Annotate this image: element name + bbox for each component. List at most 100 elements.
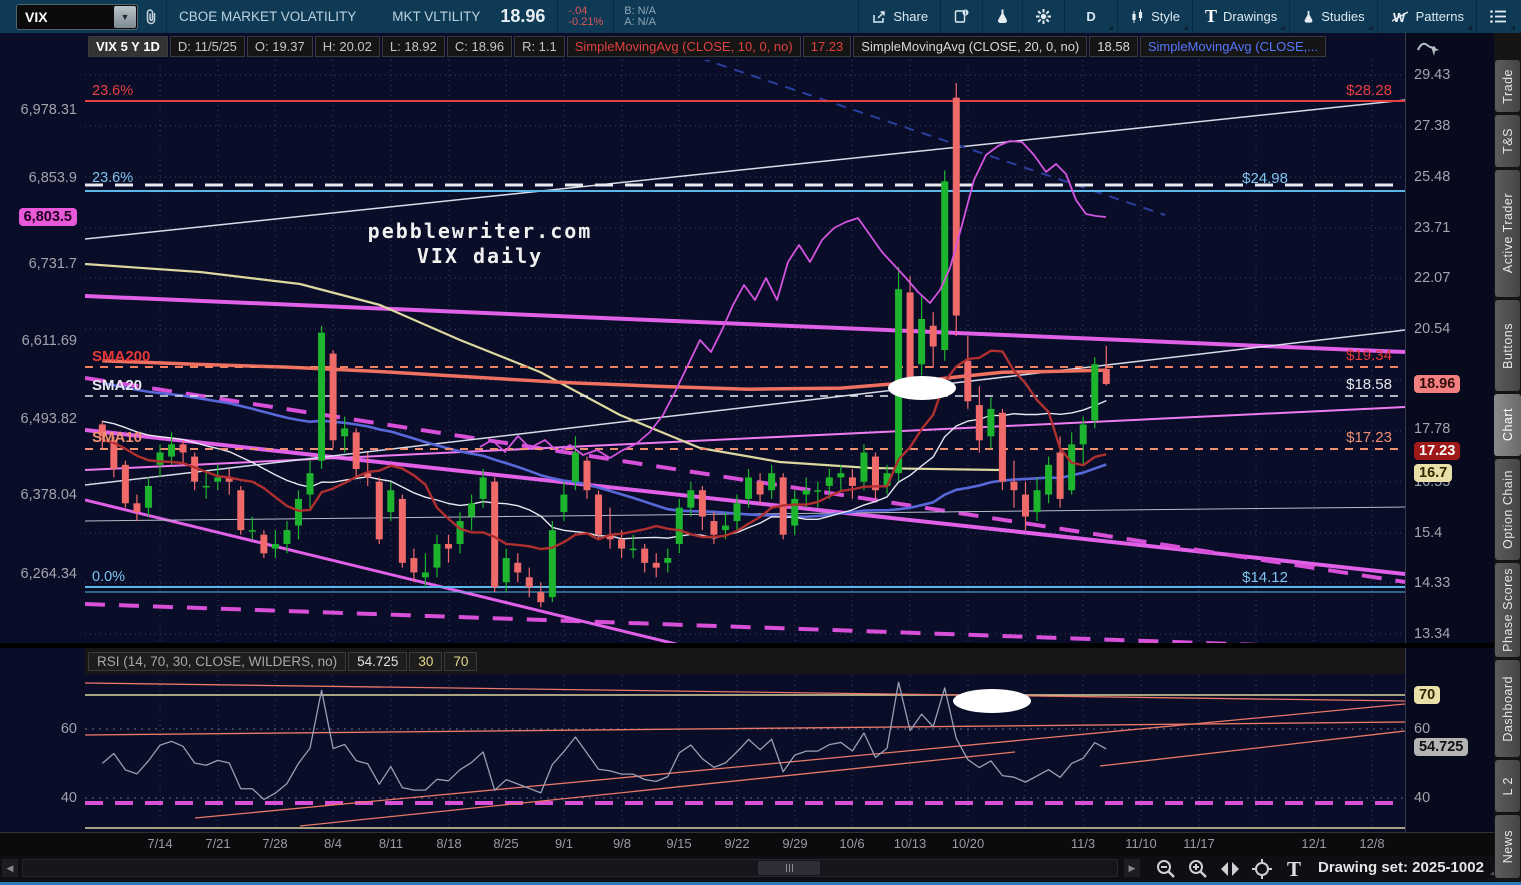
sidebar-tab-dashboard[interactable]: Dashboard <box>1495 660 1520 757</box>
candle-30 <box>445 543 452 549</box>
patterns-button[interactable]: W Patterns <box>1380 0 1474 33</box>
axis-label-27.38: 27.38 <box>1414 118 1451 134</box>
axis-label-15.4: 15.4 <box>1414 525 1443 541</box>
chart-annotation: $28.28 <box>1346 82 1392 99</box>
candle-76 <box>975 405 983 441</box>
study-label-0: SimpleMovingAvg (CLOSE, 10, 0, no) <box>566 36 801 57</box>
candle-63 <box>825 477 833 486</box>
crosshair-button[interactable] <box>1248 857 1276 881</box>
rsi-value: 54.725 <box>348 651 408 671</box>
axis-label-6,264.34: 6,264.34 <box>20 566 77 582</box>
drawing-set-selector[interactable]: Drawing set: 2025-1002 <box>1318 859 1496 876</box>
timeframe-button[interactable]: D <box>1067 0 1115 33</box>
candle-86 <box>1091 364 1099 421</box>
right-price-axis[interactable]: 29.43 27.38 25.48 23.71 22.07 20.54 17.78 16.55… <box>1405 33 1495 832</box>
sidebar-tab-news[interactable]: News <box>1495 815 1520 878</box>
sidebar-tab-l-2[interactable]: L 2 <box>1495 760 1520 812</box>
sidebar-tab-trade[interactable]: Trade <box>1495 60 1520 112</box>
date-tick-11/10: 11/10 <box>1125 836 1157 851</box>
share-button[interactable]: Share <box>861 0 938 33</box>
chart-scrollbar[interactable] <box>22 859 1118 877</box>
date-tick-9/15: 9/15 <box>666 836 692 851</box>
rsi-highlight-ellipse[interactable] <box>953 689 1031 713</box>
candle-77 <box>987 408 995 437</box>
sidebar-tab-active-trader[interactable]: Active Trader <box>1495 170 1520 297</box>
chart-annotation: SMA200 <box>92 348 150 365</box>
candle-64 <box>837 473 845 478</box>
candle-18 <box>306 473 314 495</box>
symbol-dropdown-button[interactable]: ▼ <box>114 5 136 28</box>
sma200-line[interactable] <box>102 358 1107 391</box>
candle-43 <box>595 494 603 535</box>
divider <box>858 0 860 33</box>
date-tick-12/8: 12/8 <box>1359 836 1385 851</box>
time-axis[interactable]: 7/14 7/21 7/28 8/4 8/11 8/18 8/25 9/1 9/8 9/15 9/2… <box>0 832 1494 857</box>
menu-button[interactable] <box>1479 0 1517 33</box>
overlay-symbol-line[interactable] <box>479 140 1107 459</box>
price-badge-70: 70 <box>1414 686 1441 704</box>
studies-button[interactable]: Studies <box>1292 0 1374 33</box>
sidebar-tab-option-chain[interactable]: Option Chain <box>1495 459 1520 560</box>
notes-icon-button[interactable]: i <box>943 0 980 33</box>
candle-66 <box>860 452 868 482</box>
candles[interactable] <box>98 83 1110 608</box>
rsi-study-panel[interactable] <box>85 675 1405 830</box>
drawings-button[interactable]: T Drawings <box>1195 0 1287 33</box>
date-tick-7/28: 7/28 <box>262 836 288 851</box>
scroll-left-button[interactable]: ◀ <box>2 859 18 877</box>
candle-84 <box>1068 444 1076 491</box>
text-tool-button[interactable]: T <box>1280 857 1308 881</box>
study-value-1: 18.58 <box>1089 36 1138 57</box>
symbol-value: VIX <box>25 8 48 25</box>
candle-13 <box>248 530 256 532</box>
divider <box>557 0 559 33</box>
chart-annotation: 0.0% <box>92 569 125 585</box>
chart-drawing-tools-icon[interactable] <box>1416 38 1442 63</box>
highlight-ellipse[interactable] <box>888 376 956 400</box>
scrollbar-handle[interactable] <box>758 861 820 875</box>
candle-28 <box>421 572 429 578</box>
candle-12 <box>237 490 245 531</box>
analysis-flask-button[interactable] <box>985 0 1020 33</box>
divider <box>1064 0 1066 33</box>
axis-label-6,731.7: 6,731.7 <box>28 256 77 272</box>
sidebar-tab-phase-scores[interactable]: Phase Scores <box>1495 563 1520 657</box>
divider <box>1192 0 1193 33</box>
candle-10 <box>214 477 222 482</box>
zoom-in-button[interactable] <box>1184 857 1212 881</box>
study-label-1: SimpleMovingAvg (CLOSE, 20, 0, no) <box>853 36 1088 57</box>
symbol-input[interactable]: VIX ▼ <box>16 3 138 30</box>
scroll-right-button[interactable]: ▶ <box>1124 859 1140 877</box>
main-price-chart[interactable]: 23.6% 23.6% 0.0% $28.28 $24.98 $19.34 $18.58 $1… <box>85 60 1405 645</box>
divider <box>1022 0 1024 33</box>
divider <box>982 0 984 33</box>
chart-annotation: pebblewriter.com <box>368 219 593 243</box>
zoom-out-button[interactable] <box>1152 857 1180 881</box>
symbol-link-icon[interactable] <box>138 0 164 33</box>
candle-9 <box>202 485 210 488</box>
candle-32 <box>468 503 476 517</box>
date-tick-7/21: 7/21 <box>205 836 231 851</box>
left-price-axis[interactable]: 6,978.31 6,853.9 6,803.5 6,731.7 6,611.69 6,4… <box>0 33 85 832</box>
axis-label-29.43: 29.43 <box>1414 67 1451 83</box>
settings-gear-button[interactable] <box>1025 0 1062 33</box>
candle-27 <box>410 558 418 573</box>
chart-annotation: 23.6% <box>92 83 133 99</box>
candle-34 <box>491 481 499 588</box>
sidebar-tab-buttons[interactable]: Buttons <box>1495 300 1520 391</box>
candle-57 <box>756 481 764 495</box>
style-button[interactable]: Style <box>1120 0 1190 33</box>
candle-15 <box>271 543 279 549</box>
sidebar-tab-chart[interactable]: Chart <box>1494 394 1521 456</box>
candle-79 <box>1010 481 1018 491</box>
candle-22 <box>352 432 360 469</box>
pan-arrows-button[interactable] <box>1216 857 1244 881</box>
ohlc-field-2: H: 20.02 <box>314 36 380 57</box>
candle-5 <box>156 452 164 465</box>
axis-label-13.34: 13.34 <box>1414 626 1451 642</box>
axis-label-40: 40 <box>1414 790 1431 806</box>
candle-48 <box>652 562 660 568</box>
candle-80 <box>1022 494 1029 517</box>
sidebar-tab-t-s[interactable]: T&S <box>1495 115 1520 167</box>
ohlc-field-0: D: 11/5/25 <box>169 36 245 57</box>
